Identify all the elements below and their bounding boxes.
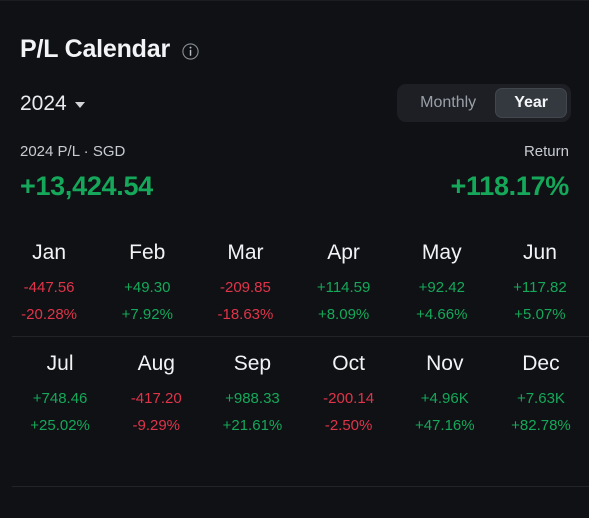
tab-year[interactable]: Year — [495, 88, 567, 118]
month-grid: Jan -447.56 -20.28% Feb +49.30 +7.92% Mar -209.… — [0, 226, 589, 447]
summary-return-value: +118.17% — [450, 171, 570, 201]
month-cell[interactable]: May +92.42 +4.66% — [393, 226, 491, 336]
month-return-value: -20.28% — [21, 306, 78, 323]
info-circle-icon[interactable] — [182, 42, 199, 60]
month-pl-value: +988.33 — [225, 390, 280, 407]
summary-pl-value: +13,424.54 — [20, 171, 153, 201]
month-return-value: +82.78% — [511, 417, 571, 434]
month-pl-value: +92.42 — [418, 279, 465, 296]
month-return-value: +7.92% — [121, 306, 173, 323]
bottom-divider — [12, 486, 589, 487]
month-pl-value: -200.14 — [323, 390, 375, 407]
month-name: Feb — [129, 241, 166, 264]
month-pl-value: +4.96K — [420, 390, 469, 407]
year-selector[interactable]: 2024 — [20, 93, 85, 114]
month-name: Aug — [137, 352, 175, 375]
controls-row: 2024 Monthly Year — [0, 62, 589, 122]
month-name: Dec — [522, 352, 560, 375]
month-name: Apr — [327, 241, 360, 264]
month-return-value: +21.61% — [222, 417, 283, 434]
month-cell[interactable]: Dec +7.63K +82.78% — [493, 337, 589, 447]
month-cell[interactable]: Jan -447.56 -20.28% — [0, 226, 98, 336]
month-name: Jul — [46, 352, 74, 375]
month-name: Mar — [227, 241, 264, 264]
page-title: P/L Calendar — [20, 35, 170, 63]
summary-pl: 2024 P/L · SGD +13,424.54 — [20, 144, 153, 200]
month-return-value: +8.09% — [317, 306, 370, 323]
month-return-value: -18.63% — [217, 306, 274, 323]
month-cell[interactable]: Jun +117.82 +5.07% — [491, 226, 589, 336]
month-pl-value: +117.82 — [513, 279, 567, 296]
month-return-value: -9.29% — [132, 417, 181, 434]
summary-pl-label: 2024 P/L · SGD — [20, 143, 126, 160]
month-return-value: +47.16% — [414, 417, 475, 434]
month-cell[interactable]: Sep +988.33 +21.61% — [204, 337, 300, 447]
month-pl-value: +7.63K — [516, 390, 565, 407]
month-name: Oct — [332, 352, 365, 375]
tab-monthly[interactable]: Monthly — [401, 88, 495, 118]
month-pl-value: +114.59 — [316, 279, 371, 296]
year-selector-label: 2024 — [20, 91, 67, 115]
month-pl-value: +748.46 — [32, 390, 88, 407]
month-return-value: +25.02% — [30, 417, 90, 434]
month-cell[interactable]: Feb +49.30 +7.92% — [98, 226, 196, 336]
month-cell[interactable]: Apr +114.59 +8.09% — [295, 226, 393, 336]
pl-calendar-card: P/L Calendar 2024 Monthly Year 2024 P/L … — [0, 0, 589, 518]
month-name: Jun — [523, 241, 557, 264]
month-name: Sep — [233, 352, 272, 375]
month-return-value: +5.07% — [514, 306, 566, 323]
period-toggle: Monthly Year — [397, 84, 571, 122]
month-cell[interactable]: Oct -200.14 -2.50% — [301, 337, 397, 447]
month-cell[interactable]: Mar -209.85 -18.63% — [196, 226, 294, 336]
month-pl-value: -417.20 — [130, 390, 182, 407]
month-cell[interactable]: Jul +748.46 +25.02% — [12, 337, 108, 447]
month-return-value: -2.50% — [324, 417, 373, 434]
chevron-down-icon — [74, 101, 85, 108]
summary-return-label: Return — [523, 143, 569, 160]
summary-return: Return +118.17% — [450, 143, 570, 201]
month-pl-value: +49.30 — [124, 279, 171, 296]
month-name: May — [421, 241, 462, 264]
month-pl-value: -447.56 — [23, 279, 75, 296]
month-name: Jan — [32, 241, 67, 264]
card-header: P/L Calendar — [0, 1, 589, 62]
month-row-second-half: Jul +748.46 +25.02% Aug -417.20 -9.29% Sep +988… — [12, 336, 589, 447]
month-row-first-half: Jan -447.56 -20.28% Feb +49.30 +7.92% Mar -209.… — [0, 226, 589, 336]
summary-row: 2024 P/L · SGD +13,424.54 Return +118.17… — [0, 122, 589, 200]
month-cell[interactable]: Aug -417.20 -9.29% — [108, 337, 204, 447]
month-cell[interactable]: Nov +4.96K +47.16% — [397, 337, 493, 447]
month-pl-value: -209.85 — [219, 279, 271, 296]
month-name: Nov — [426, 352, 464, 375]
month-return-value: +4.66% — [416, 306, 468, 323]
